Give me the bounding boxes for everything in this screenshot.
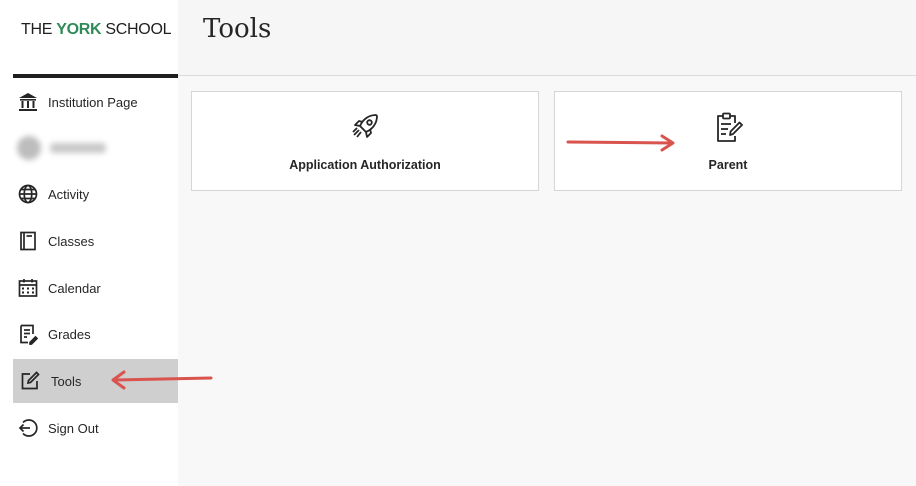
- rocket-icon: [348, 110, 382, 144]
- sidebar: THE YORK SCHOOL Institution Page Activit…: [0, 0, 178, 486]
- tile-application-authorization[interactable]: Application Authorization: [191, 91, 539, 191]
- sidebar-item-activity[interactable]: Activity: [13, 172, 178, 216]
- sidebar-item-label: Grades: [48, 326, 91, 342]
- school-logo[interactable]: THE YORK SCHOOL: [21, 21, 172, 39]
- page-header: Tools: [178, 0, 916, 76]
- edit-box-icon: [19, 370, 41, 392]
- sidebar-item-institution-page[interactable]: Institution Page: [13, 80, 178, 124]
- sidebar-item-classes[interactable]: Classes: [13, 219, 178, 263]
- grades-icon: [17, 323, 39, 345]
- avatar: [17, 136, 41, 160]
- sidebar-item-user-profile[interactable]: [13, 126, 178, 170]
- sidebar-item-tools[interactable]: Tools: [13, 359, 178, 403]
- tile-label: Parent: [708, 158, 748, 172]
- sign-out-icon: [17, 417, 39, 439]
- clipboard-edit-icon: [711, 110, 745, 144]
- tile-label: Application Authorization: [289, 158, 441, 172]
- sidebar-item-sign-out[interactable]: Sign Out: [13, 406, 178, 450]
- sidebar-item-label: Tools: [51, 373, 82, 389]
- institution-icon: [17, 91, 39, 113]
- main-content: Tools Application Authorization Parent: [178, 0, 916, 486]
- user-name-blurred: [50, 143, 106, 153]
- sidebar-item-calendar[interactable]: Calendar: [13, 266, 178, 310]
- sidebar-item-grades[interactable]: Grades: [13, 312, 178, 356]
- globe-icon: [17, 183, 39, 205]
- sidebar-item-label: Calendar: [48, 280, 101, 296]
- sidebar-item-label: Institution Page: [48, 94, 138, 110]
- sidebar-item-label: Classes: [48, 233, 95, 249]
- tile-parent[interactable]: Parent: [554, 91, 902, 191]
- sidebar-item-label: Sign Out: [48, 420, 99, 436]
- calendar-icon: [17, 277, 39, 299]
- book-icon: [17, 230, 39, 252]
- logo-divider: [13, 74, 178, 78]
- sidebar-item-label: Activity: [48, 186, 90, 202]
- page-title: Tools: [203, 14, 272, 44]
